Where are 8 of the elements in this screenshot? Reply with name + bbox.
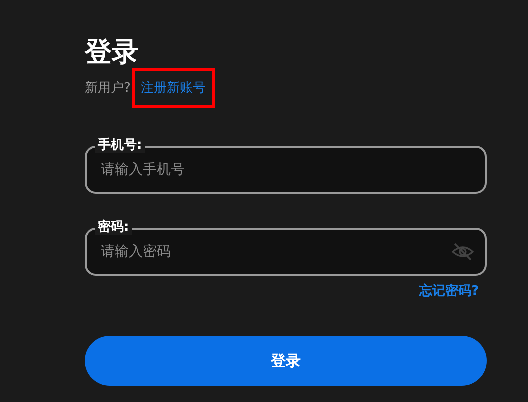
- field-label: 手机号:: [95, 138, 146, 153]
- login-button[interactable]: 登录: [85, 336, 487, 386]
- hidden-eye-icon[interactable]: [451, 242, 475, 262]
- forgot-password-link[interactable]: 忘记密码?: [419, 282, 479, 300]
- field-label: 密码:: [95, 220, 132, 235]
- page-title: 登录: [85, 36, 140, 70]
- signup-prompt: 新用户?: [85, 80, 131, 97]
- register-link[interactable]: 注册新账号: [134, 71, 212, 105]
